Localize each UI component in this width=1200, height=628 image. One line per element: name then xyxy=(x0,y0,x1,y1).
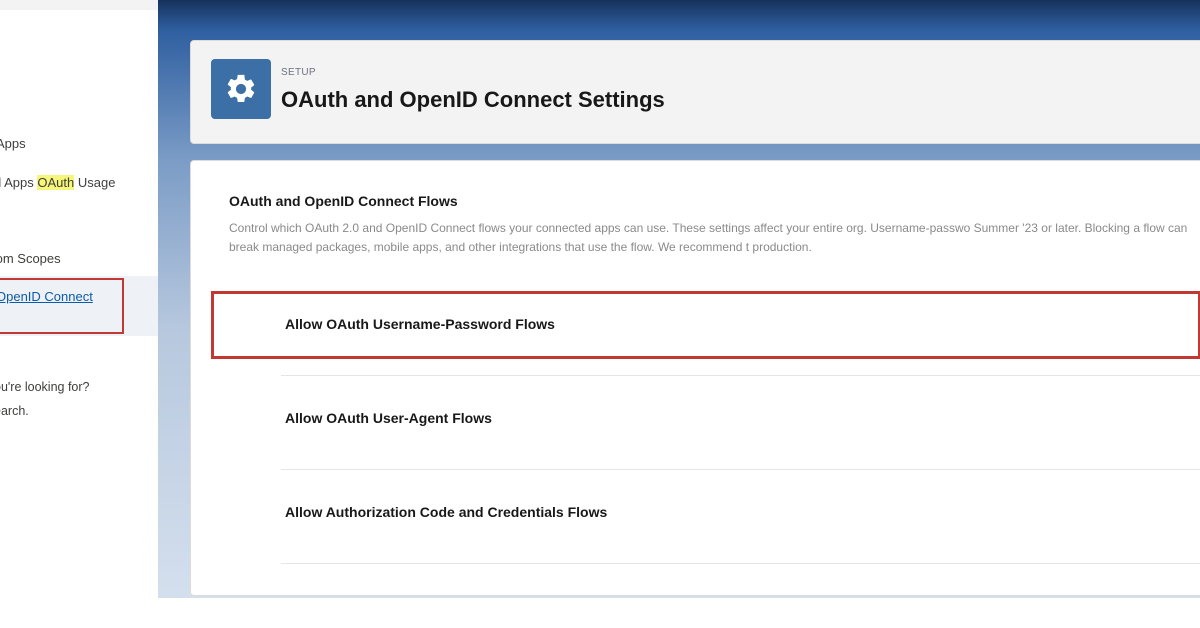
section-title: OAuth and OpenID Connect Flows xyxy=(229,193,458,209)
page-header: SETUP OAuth and OpenID Connect Settings xyxy=(190,40,1200,144)
gear-icon xyxy=(227,74,255,103)
sidebar-item-label: Apps xyxy=(0,136,26,151)
flow-label: Allow OAuth Username-Password Flows xyxy=(285,316,555,332)
sidebar-item-oauth-openid-connect[interactable]: OpenID Connect xyxy=(0,289,93,304)
sidebar-top-band xyxy=(0,0,158,10)
row-divider xyxy=(281,563,1200,564)
sidebar-item-label: tom Scopes xyxy=(0,251,61,266)
sidebar-help-line1: ou're looking for? xyxy=(0,380,90,394)
sidebar-item-highlight-box xyxy=(0,278,124,334)
row-divider xyxy=(281,375,1200,376)
setup-sidebar: Apps d Apps OAuth Usage tom Scopes OpenI… xyxy=(0,0,159,628)
page-eyebrow: SETUP xyxy=(281,67,316,78)
setup-main-area: SETUP OAuth and OpenID Connect Settings … xyxy=(158,0,1200,628)
sidebar-item-label-prefix: d Apps xyxy=(0,175,34,190)
sidebar-item-label-suffix: Usage xyxy=(74,175,116,190)
sidebar-help-line2: earch. xyxy=(0,404,29,418)
setup-icon-tile xyxy=(211,59,271,119)
sidebar-item-oauth-custom-scopes[interactable]: tom Scopes xyxy=(0,251,61,266)
flow-row-authorization-code-credentials[interactable]: Allow Authorization Code and Credentials… xyxy=(211,481,1200,547)
section-description: Control which OAuth 2.0 and OpenID Conne… xyxy=(229,221,1188,254)
flow-label: Allow Authorization Code and Credentials… xyxy=(285,504,608,520)
footer-strip xyxy=(158,598,1200,628)
sidebar-help-text: ou're looking for? earch. xyxy=(0,375,90,423)
settings-panel: OAuth and OpenID Connect Flows Control w… xyxy=(190,160,1200,596)
sidebar-item-connected-apps-oauth-usage[interactable]: d Apps OAuth Usage xyxy=(0,175,115,190)
flow-label: Allow OAuth User-Agent Flows xyxy=(285,410,492,426)
search-match-highlight: OAuth xyxy=(37,175,75,190)
page-title: OAuth and OpenID Connect Settings xyxy=(281,87,665,112)
row-divider xyxy=(281,469,1200,470)
flow-row-user-agent[interactable]: Allow OAuth User-Agent Flows xyxy=(211,387,1200,453)
flow-row-username-password[interactable]: Allow OAuth Username-Password Flows xyxy=(211,291,1200,359)
sidebar-item-connected-apps[interactable]: Apps xyxy=(0,136,26,151)
